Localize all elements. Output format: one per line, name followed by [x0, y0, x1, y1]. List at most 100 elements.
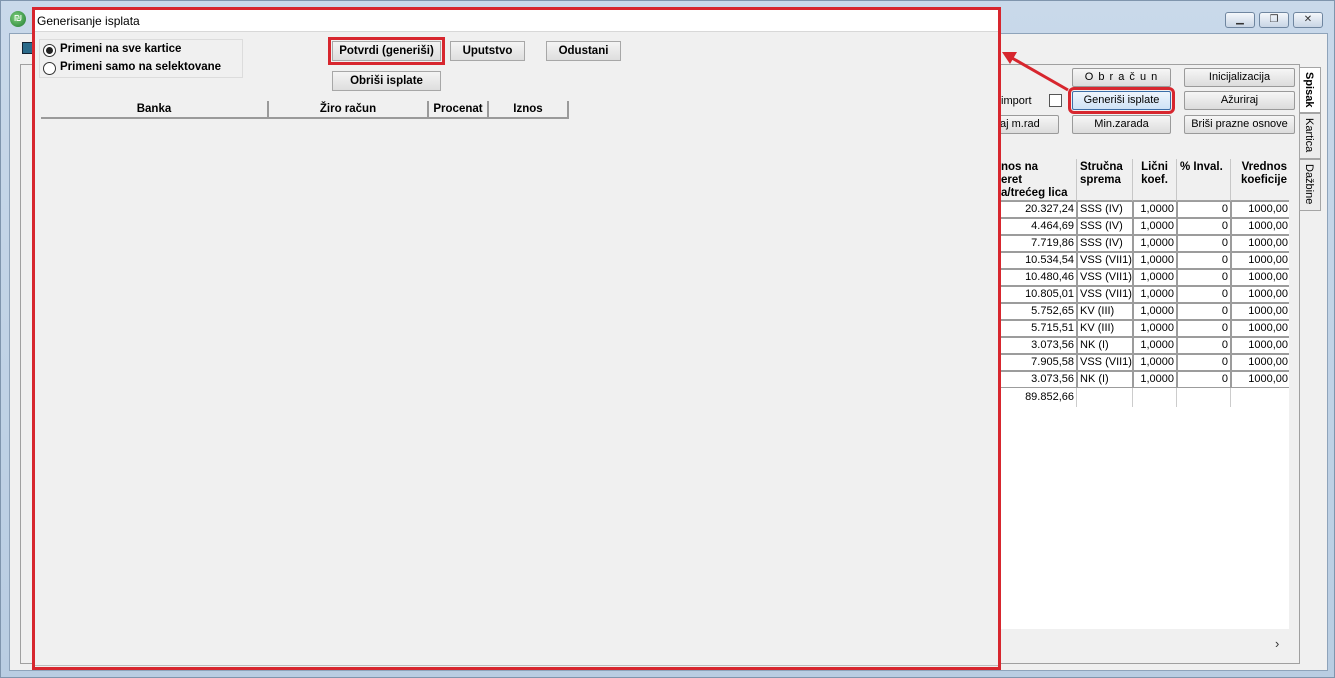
table-row[interactable]: 5.752,65 KV (III) 1,0000 0 1000,00: [998, 303, 1289, 320]
table-row[interactable]: 5.715,51 KV (III) 1,0000 0 1000,00: [998, 320, 1289, 337]
table-cell[interactable]: KV (III): [1077, 303, 1133, 320]
radio-apply-all-label[interactable]: Primeni na sve kartice: [60, 43, 181, 55]
inicijalizacija-button[interactable]: Inicijalizacija: [1184, 68, 1295, 87]
table-cell[interactable]: 1,0000: [1133, 286, 1177, 303]
table-cell[interactable]: 1,0000: [1133, 320, 1177, 337]
table-cell[interactable]: NK (I): [1077, 337, 1133, 354]
table-cell[interactable]: 1000,00: [1231, 371, 1289, 388]
grid-header-licni-koef[interactable]: Lični koef.: [1133, 159, 1177, 201]
table-cell[interactable]: VSS (VII1): [1077, 269, 1133, 286]
close-button[interactable]: ✕: [1293, 12, 1323, 28]
minimize-button[interactable]: ▁: [1225, 12, 1255, 28]
m-rad-button[interactable]: aj m.rad: [997, 115, 1059, 134]
table-cell[interactable]: 10.805,01: [998, 286, 1077, 303]
table-cell[interactable]: VSS (VII1): [1077, 286, 1133, 303]
table-row[interactable]: 4.464,69 SSS (IV) 1,0000 0 1000,00: [998, 218, 1289, 235]
employee-grid[interactable]: nos na eret a/trećeg lica Stručna sprema Li…: [997, 159, 1289, 629]
table-cell[interactable]: 7.719,86: [998, 235, 1077, 252]
table-cell[interactable]: 1,0000: [1133, 252, 1177, 269]
table-cell[interactable]: 1000,00: [1231, 218, 1289, 235]
table-cell[interactable]: SSS (IV): [1077, 201, 1133, 218]
radio-apply-all[interactable]: [43, 44, 56, 57]
table-cell[interactable]: 0: [1177, 303, 1231, 320]
tab-spisak[interactable]: Spisak: [1299, 67, 1321, 113]
table-cell[interactable]: 1000,00: [1231, 252, 1289, 269]
table-cell[interactable]: 1,0000: [1133, 218, 1177, 235]
tab-kartica[interactable]: Kartica: [1299, 113, 1321, 159]
col-iznos[interactable]: Iznos: [489, 101, 569, 119]
table-cell[interactable]: 1000,00: [1231, 354, 1289, 371]
table-cell[interactable]: 0: [1177, 337, 1231, 354]
grid-header-iznos[interactable]: nos na eret a/trećeg lica: [998, 159, 1077, 201]
table-cell[interactable]: KV (III): [1077, 320, 1133, 337]
col-procenat[interactable]: Procenat: [429, 101, 489, 119]
table-cell[interactable]: 3.073,56: [998, 337, 1077, 354]
import-checkbox[interactable]: [1049, 94, 1062, 107]
table-cell[interactable]: 20.327,24: [998, 201, 1077, 218]
table-row[interactable]: 3.073,56 NK (I) 1,0000 0 1000,00: [998, 371, 1289, 388]
scroll-right-icon[interactable]: ›: [1275, 636, 1279, 651]
grid-header-inval[interactable]: % Inval.: [1177, 159, 1231, 201]
table-cell[interactable]: 1,0000: [1133, 269, 1177, 286]
radio-apply-selected-label[interactable]: Primeni samo na selektovane: [60, 61, 221, 73]
table-cell[interactable]: 1,0000: [1133, 337, 1177, 354]
dialog-titlebar: Generisanje isplata: [35, 10, 998, 32]
table-cell[interactable]: 3.073,56: [998, 371, 1077, 388]
table-cell[interactable]: 0: [1177, 252, 1231, 269]
table-cell[interactable]: 5.715,51: [998, 320, 1077, 337]
table-cell[interactable]: SSS (IV): [1077, 218, 1133, 235]
table-cell[interactable]: 1000,00: [1231, 201, 1289, 218]
table-cell[interactable]: 1000,00: [1231, 269, 1289, 286]
table-cell[interactable]: 1000,00: [1231, 303, 1289, 320]
table-cell[interactable]: 1000,00: [1231, 320, 1289, 337]
table-cell[interactable]: 1,0000: [1133, 235, 1177, 252]
table-cell[interactable]: VSS (VII1): [1077, 354, 1133, 371]
potvrdi-button[interactable]: Potvrdi (generiši): [328, 37, 445, 65]
table-cell[interactable]: 0: [1177, 320, 1231, 337]
tab-dazbine[interactable]: Dažbine: [1299, 159, 1321, 211]
table-cell[interactable]: 10.480,46: [998, 269, 1077, 286]
grid-header-strucna-sprema[interactable]: Stručna sprema: [1077, 159, 1133, 201]
table-cell[interactable]: SSS (IV): [1077, 235, 1133, 252]
table-row[interactable]: 10.805,01 VSS (VII1) 1,0000 0 1000,00: [998, 286, 1289, 303]
table-cell[interactable]: 0: [1177, 286, 1231, 303]
table-cell[interactable]: 0: [1177, 201, 1231, 218]
table-cell[interactable]: 10.534,54: [998, 252, 1077, 269]
table-cell[interactable]: VSS (VII1): [1077, 252, 1133, 269]
table-row[interactable]: 10.534,54 VSS (VII1) 1,0000 0 1000,00: [998, 252, 1289, 269]
table-cell[interactable]: 0: [1177, 218, 1231, 235]
table-cell[interactable]: 1,0000: [1133, 371, 1177, 388]
table-row[interactable]: 3.073,56 NK (I) 1,0000 0 1000,00: [998, 337, 1289, 354]
min-zarada-button[interactable]: Min.zarada: [1072, 115, 1171, 134]
table-cell[interactable]: 1000,00: [1231, 286, 1289, 303]
uputstvo-button[interactable]: Uputstvo: [450, 41, 525, 61]
table-cell[interactable]: 0: [1177, 371, 1231, 388]
grid-header-vrednost-koeficijenta[interactable]: Vrednos koeficije: [1231, 159, 1289, 201]
table-cell[interactable]: 1000,00: [1231, 235, 1289, 252]
azuriraj-button[interactable]: Ažuriraj: [1184, 91, 1295, 110]
odustani-button[interactable]: Odustani: [546, 41, 621, 61]
table-cell[interactable]: 5.752,65: [998, 303, 1077, 320]
table-cell[interactable]: 0: [1177, 269, 1231, 286]
obrisi-isplate-button[interactable]: Obriši isplate: [332, 71, 441, 91]
restore-button[interactable]: ❐: [1259, 12, 1289, 28]
col-ziro-racun[interactable]: Žiro račun: [269, 101, 429, 119]
table-row[interactable]: 7.719,86 SSS (IV) 1,0000 0 1000,00: [998, 235, 1289, 252]
table-cell[interactable]: 0: [1177, 354, 1231, 371]
table-cell[interactable]: NK (I): [1077, 371, 1133, 388]
radio-apply-selected[interactable]: [43, 62, 56, 75]
table-cell[interactable]: 4.464,69: [998, 218, 1077, 235]
obracun-button[interactable]: O b r a č u n: [1072, 68, 1171, 87]
col-banka[interactable]: Banka: [41, 101, 269, 119]
brisi-prazne-osnove-button[interactable]: Briši prazne osnove: [1184, 115, 1295, 134]
table-row[interactable]: 7.905,58 VSS (VII1) 1,0000 0 1000,00: [998, 354, 1289, 371]
table-row[interactable]: 10.480,46 VSS (VII1) 1,0000 0 1000,00: [998, 269, 1289, 286]
table-row[interactable]: 20.327,24 SSS (IV) 1,0000 0 1000,00: [998, 201, 1289, 218]
table-cell[interactable]: 7.905,58: [998, 354, 1077, 371]
table-cell[interactable]: 1,0000: [1133, 303, 1177, 320]
table-cell[interactable]: 0: [1177, 235, 1231, 252]
table-cell[interactable]: 1,0000: [1133, 201, 1177, 218]
generisi-isplate-button[interactable]: Generiši isplate: [1068, 87, 1175, 114]
table-cell[interactable]: 1000,00: [1231, 337, 1289, 354]
table-cell[interactable]: 1,0000: [1133, 354, 1177, 371]
